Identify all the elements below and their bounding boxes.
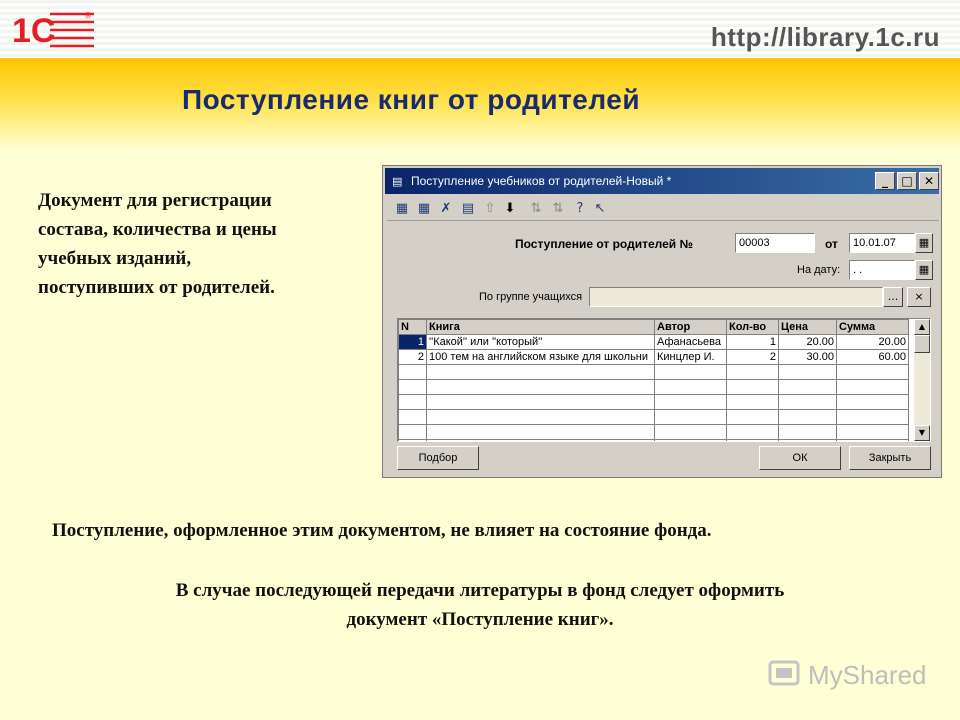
column-header-n[interactable]: N: [398, 319, 427, 335]
on-date-label: На дату:: [797, 264, 841, 276]
1c-logo: 1С ®: [12, 11, 94, 50]
empty-row[interactable]: [398, 439, 909, 441]
empty-row[interactable]: [398, 379, 909, 395]
scroll-down-icon[interactable]: ▼: [914, 425, 930, 441]
copy-row-icon[interactable]: ▦: [415, 200, 433, 218]
sort-desc-icon[interactable]: ⇅: [549, 200, 567, 218]
scroll-thumb[interactable]: [914, 335, 930, 353]
window-title: Поступление учебников от родителей-Новый…: [411, 174, 672, 188]
empty-row[interactable]: [398, 409, 909, 425]
cell-sum[interactable]: 60.00: [836, 349, 909, 365]
new-row-icon[interactable]: ▦: [393, 200, 411, 218]
calendar-icon-2[interactable]: ▦: [915, 260, 933, 280]
delete-row-icon[interactable]: ✗: [437, 200, 455, 218]
whats-this-icon[interactable]: ↖: [591, 200, 609, 218]
document-icon: ▤: [392, 175, 403, 188]
cell-author[interactable]: Кинцлер И.: [654, 349, 727, 365]
scroll-up-icon[interactable]: ▲: [914, 319, 930, 335]
empty-row[interactable]: [398, 424, 909, 440]
note-transfer: В случае последующей передачи литературы…: [175, 580, 785, 630]
document-window: ▤ Поступление учебников от родителей-Нов…: [382, 165, 942, 478]
clear-group-button[interactable]: ×: [907, 287, 931, 307]
cell-book[interactable]: 100 тем на английском языке для школьни: [426, 349, 655, 365]
group-label: По группе учащихся: [479, 291, 583, 303]
vertical-scrollbar[interactable]: ▲ ▼: [914, 319, 930, 441]
cell-author[interactable]: Афанасьева: [654, 334, 727, 350]
cell-book[interactable]: ''Какой'' или ''который'': [426, 334, 655, 350]
help-icon[interactable]: ?: [571, 200, 589, 218]
edit-row-icon[interactable]: ▤: [459, 200, 477, 218]
site-url[interactable]: http://library.1c.ru: [711, 22, 940, 53]
cell-price[interactable]: 20.00: [778, 334, 837, 350]
on-date-field[interactable]: . .: [849, 260, 915, 280]
move-up-icon[interactable]: ⇧: [481, 200, 499, 218]
cell-sum[interactable]: 20.00: [836, 334, 909, 350]
browse-button[interactable]: ...: [883, 287, 903, 307]
svg-text:®: ®: [84, 11, 92, 20]
calendar-icon[interactable]: ▦: [915, 233, 933, 253]
column-header-qty[interactable]: Кол-во: [726, 319, 779, 335]
watermark-text: MyShared: [808, 660, 927, 690]
table-row[interactable]: 1 ''Какой'' или ''который'' Афанасьева 1…: [398, 334, 909, 350]
close-window-button[interactable]: ✕: [919, 172, 939, 190]
cell-n[interactable]: 2: [398, 349, 427, 365]
cell-qty[interactable]: 2: [726, 349, 779, 365]
table-row[interactable]: 2 100 тем на английском языке для школьн…: [398, 349, 909, 365]
items-table: N Книга Автор Кол-во Цена Сумма 1 ''Како…: [397, 318, 931, 442]
close-button[interactable]: Закрыть: [849, 446, 931, 470]
date-from-label: от: [825, 237, 838, 251]
sort-asc-icon[interactable]: ⇅: [527, 200, 545, 218]
note-fund-status: Поступление, оформленное этим документом…: [52, 520, 712, 541]
empty-row[interactable]: [398, 394, 909, 410]
cell-n[interactable]: 1: [398, 334, 427, 350]
logo-text: 1С: [12, 12, 55, 50]
page-title: Поступление книг от родителей: [182, 84, 641, 115]
column-header-book[interactable]: Книга: [426, 319, 655, 335]
doc-number-label: Поступление от родителей №: [515, 237, 693, 251]
column-header-author[interactable]: Автор: [654, 319, 727, 335]
move-down-icon[interactable]: ⬇: [501, 200, 519, 218]
description-text: Документ для регистрации состава, количе…: [38, 190, 277, 298]
window-titlebar[interactable]: ▤ Поступление учебников от родителей-Нов…: [385, 168, 939, 194]
cell-qty[interactable]: 1: [726, 334, 779, 350]
cell-price[interactable]: 30.00: [778, 349, 837, 365]
ok-button[interactable]: ОК: [759, 446, 841, 470]
group-field[interactable]: [589, 287, 883, 307]
empty-row[interactable]: [398, 364, 909, 380]
column-header-sum[interactable]: Сумма: [836, 319, 909, 335]
date-field[interactable]: 10.01.07: [849, 233, 915, 253]
maximize-button[interactable]: □: [897, 172, 917, 190]
doc-number-field[interactable]: 00003: [735, 233, 815, 253]
toolbar: ▦ ▦ ✗ ▤ ⇧ ⬇ ⇅ ⇅ ? ↖: [387, 198, 939, 221]
minimize-button[interactable]: _: [875, 172, 895, 190]
column-header-price[interactable]: Цена: [778, 319, 837, 335]
select-button[interactable]: Подбор: [397, 446, 479, 470]
